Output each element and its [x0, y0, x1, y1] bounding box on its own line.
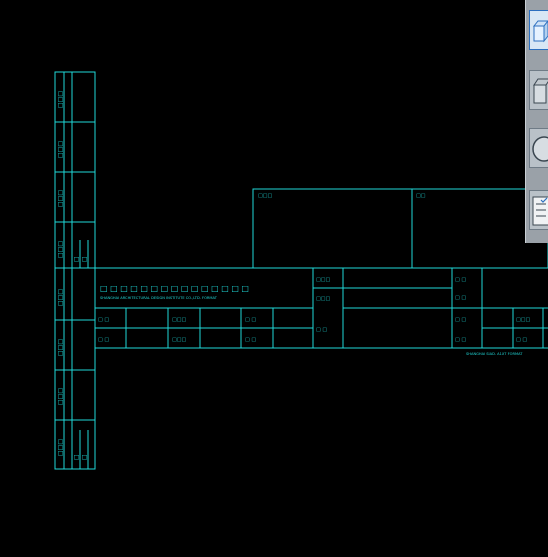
row2-label-1: □ □	[98, 337, 109, 343]
row1-label-2: □□□	[172, 317, 186, 323]
strip-label-8: □□□	[57, 439, 64, 456]
box-tool-button[interactable]	[529, 10, 548, 50]
row1-label-1: □ □	[98, 317, 109, 323]
title-block-text: □ □ □ □ □ □ □ □ □ □ □ □ □ □ □ SHANGHAI A…	[98, 277, 530, 356]
box-3d-icon	[532, 20, 548, 43]
strip-label-4: □□□	[57, 241, 64, 258]
left-vertical-strip	[54, 71, 96, 470]
strip-label-3: □□□	[57, 190, 64, 207]
upper-box-left-label: □□□	[258, 193, 272, 199]
right-label-2: □ □	[455, 295, 466, 301]
strip-pair-2: □	[81, 256, 88, 262]
strip-label-6: □□□	[57, 339, 64, 356]
tool-palette	[525, 0, 548, 243]
center-label-1: □□□	[316, 277, 330, 283]
strip-pair-4: □	[81, 454, 88, 460]
cylinder-icon	[532, 136, 548, 162]
right-label-3: □ □	[455, 317, 466, 323]
right-label-1: □ □	[455, 277, 466, 283]
row1-label-3: □ □	[245, 317, 256, 323]
center-label-3: □ □	[316, 327, 327, 333]
strip-pair-1: □	[73, 256, 80, 262]
strip-pair-3: □	[73, 454, 80, 460]
wedge-tool-button[interactable]	[529, 70, 548, 110]
strip-label-2: □□□	[57, 141, 64, 158]
center-label-2: □□□	[316, 296, 330, 302]
right-label-4: □ □	[455, 337, 466, 343]
strip-label-7: □□□	[57, 388, 64, 405]
right-label-5: □□□	[516, 317, 530, 323]
upper-boxes	[252, 188, 548, 269]
properties-tool-button[interactable]	[529, 190, 548, 230]
cad-drawing-canvas[interactable]: □□□ □□□ □□□ □□□ □□□ □□□ □□□ □□□ □ □ □ □ …	[0, 0, 548, 557]
cylinder-tool-button[interactable]	[529, 128, 548, 168]
company-name-cn: □ □ □ □ □ □ □ □ □ □ □ □ □ □ □	[100, 284, 249, 293]
company-name-en: SHANGHAI ARCHITECTURAL DESIGN INSTITUTE …	[100, 296, 218, 300]
strip-label-5: □□□	[57, 289, 64, 306]
strip-label-1: □□□	[57, 91, 64, 108]
right-label-6: □ □	[516, 337, 527, 343]
row2-label-2: □□□	[172, 337, 186, 343]
footer-note: SHANGHAI SIAD. A1XT FORMAT	[466, 352, 523, 356]
properties-list-icon	[532, 196, 548, 226]
upper-box-right-label: □□	[416, 193, 426, 199]
row2-label-3: □ □	[245, 337, 256, 343]
wedge-3d-icon	[533, 78, 548, 104]
